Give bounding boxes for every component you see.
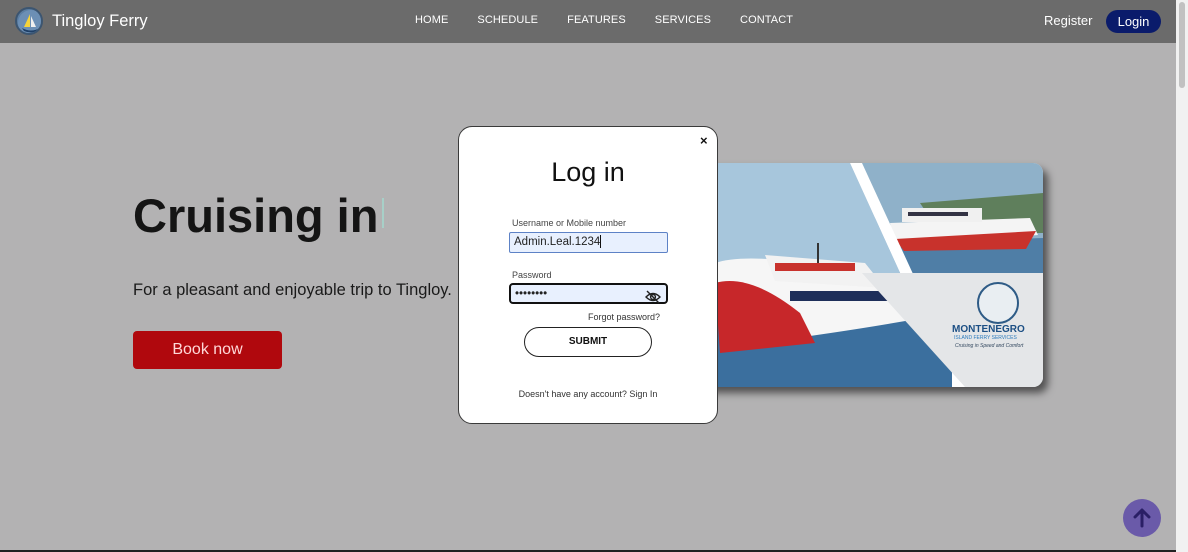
typing-cursor [382, 198, 384, 228]
nav-schedule[interactable]: SCHEDULE [477, 14, 538, 26]
scrollbar-thumb[interactable] [1179, 2, 1185, 88]
username-value: Admin.Leal.1234 [514, 236, 601, 248]
username-label: Username or Mobile number [512, 218, 627, 228]
register-link[interactable]: Register [1044, 13, 1092, 28]
password-value: •••••••• [515, 288, 548, 300]
nav-services[interactable]: SERVICES [655, 14, 711, 26]
ferry-banner-image: MONTENEGRO ISLAND FERRY SERVICES Cruisin… [690, 163, 1043, 387]
scroll-to-top-button[interactable] [1123, 499, 1161, 537]
login-button[interactable]: Login [1106, 10, 1161, 33]
montenegro-brand-name: MONTENEGRO [952, 324, 1025, 335]
nav-contact[interactable]: CONTACT [740, 14, 793, 26]
text-caret [600, 235, 602, 249]
montenegro-tagline: Cruising in Speed and Comfort [955, 343, 1024, 349]
login-modal: × Log in Username or Mobile number Admin… [458, 126, 718, 424]
forgot-password-link[interactable]: Forgot password? [588, 312, 660, 322]
username-input[interactable]: Admin.Leal.1234 [509, 232, 668, 253]
top-navbar: Tingloy Ferry HOME SCHEDULE FEATURES SER… [0, 0, 1176, 43]
brand-name: Tingloy Ferry [52, 11, 148, 30]
password-label: Password [512, 270, 552, 280]
hero-subtitle: For a pleasant and enjoyable trip to Tin… [133, 281, 452, 299]
montenegro-subtitle: ISLAND FERRY SERVICES [954, 335, 1017, 341]
submit-button[interactable]: SUBMIT [524, 327, 652, 357]
sign-in-link[interactable]: Doesn't have any account? Sign In [459, 389, 717, 399]
hero-title: Cruising in [133, 189, 379, 242]
eye-slash-icon[interactable] [645, 290, 661, 304]
close-icon[interactable]: × [700, 134, 708, 148]
sailboat-logo-icon [15, 7, 43, 35]
brand[interactable]: Tingloy Ferry [15, 7, 148, 35]
nav-home[interactable]: HOME [415, 14, 448, 26]
modal-title: Log in [551, 157, 625, 187]
montenegro-logo-icon [977, 282, 1019, 324]
nav-features[interactable]: FEATURES [567, 14, 626, 26]
nav-links: HOME SCHEDULE FEATURES SERVICES CONTACT [415, 14, 822, 26]
book-now-button[interactable]: Book now [133, 331, 282, 369]
arrow-up-icon [1133, 508, 1151, 528]
